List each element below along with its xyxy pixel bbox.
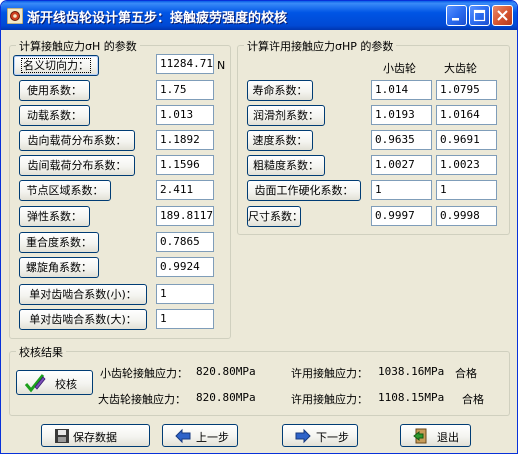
small-verdict: 合格 (455, 367, 477, 380)
single-pair-large-button[interactable]: 单对齿啮合系数(大)： (19, 309, 147, 330)
roughness-factor-small-field[interactable]: 1.0027 (371, 155, 432, 175)
maximize-button[interactable] (469, 5, 490, 26)
transverse-load-factor-field[interactable]: 1.1596 (156, 155, 214, 175)
prev-step-button[interactable]: 上一步 (162, 424, 238, 447)
large-verdict: 合格 (462, 393, 484, 406)
small-stress-value: 820.80MPa (196, 365, 256, 378)
work-hardening-large-field[interactable]: 1 (436, 180, 497, 200)
large-allow-value: 1108.15MPa (378, 391, 445, 404)
contact-ratio-factor-button[interactable]: 重合度系数： (19, 232, 99, 253)
minimize-button[interactable] (446, 5, 467, 26)
size-factor-large-field[interactable]: 0.9998 (436, 206, 497, 226)
check-button-label: 校核 (55, 378, 77, 391)
zone-factor-field[interactable]: 2.411 (156, 180, 214, 200)
face-load-factor-field[interactable]: 1.1892 (156, 130, 214, 150)
check-button[interactable]: 校核 (16, 370, 93, 395)
work-hardening-small-field[interactable]: 1 (371, 180, 432, 200)
main-window: 渐开线齿轮设计第五步：接触疲劳强度的校核 计算接触应力σH 的参数 名义切向力：… (0, 0, 518, 454)
life-factor-button[interactable]: 寿命系数： (247, 80, 313, 101)
elastic-factor-field[interactable]: 189.8117 (156, 206, 214, 226)
single-pair-small-field[interactable]: 1 (156, 284, 214, 304)
usage-factor-button[interactable]: 使用系数： (19, 80, 90, 101)
col-large-gear: 大齿轮 (444, 62, 477, 75)
next-step-button[interactable]: 下一步 (282, 424, 358, 447)
roughness-factor-button[interactable]: 粗糙度系数： (247, 155, 325, 176)
next-step-label: 下一步 (316, 431, 349, 444)
app-gear-icon (7, 8, 23, 24)
calc-stress-group-title: 计算接触应力σH 的参数 (16, 38, 140, 54)
nominal-force-field[interactable]: 11284.717 (156, 54, 214, 74)
arrow-left-icon (175, 428, 191, 444)
single-pair-large-field[interactable]: 1 (156, 309, 214, 329)
maximize-icon (473, 9, 486, 22)
checkmark-pencil-icon (24, 374, 46, 393)
zone-factor-button[interactable]: 节点区域系数： (19, 180, 111, 201)
life-factor-large-field[interactable]: 1.0795 (436, 80, 497, 100)
nominal-force-button[interactable]: 名义切向力： (13, 55, 99, 76)
exit-door-icon (413, 428, 427, 444)
dynamic-factor-button[interactable]: 动载系数： (19, 105, 90, 126)
roughness-factor-large-field[interactable]: 1.0023 (436, 155, 497, 175)
title-bar[interactable]: 渐开线齿轮设计第五步：接触疲劳强度的校核 (1, 1, 517, 30)
transverse-load-factor-button[interactable]: 齿间载荷分布系数： (19, 155, 135, 176)
single-pair-small-button[interactable]: 单对齿啮合系数(小)： (19, 284, 147, 305)
small-allow-label: 许用接触应力： (291, 367, 368, 380)
large-stress-label: 大齿轮接触应力： (98, 393, 186, 406)
usage-factor-field[interactable]: 1.75 (156, 80, 214, 100)
elastic-factor-button[interactable]: 弹性系数： (19, 206, 90, 227)
small-allow-value: 1038.16MPa (378, 365, 445, 378)
prev-step-label: 上一步 (196, 431, 229, 444)
large-allow-label: 许用接触应力： (291, 393, 368, 406)
col-small-gear: 小齿轮 (383, 62, 416, 75)
save-data-button[interactable]: 保存数据 (41, 424, 150, 447)
contact-ratio-factor-field[interactable]: 0.7865 (156, 232, 214, 252)
close-button[interactable] (492, 5, 513, 26)
arrow-right-icon (295, 428, 311, 444)
lubricant-factor-button[interactable]: 润滑剂系数： (247, 105, 325, 126)
speed-factor-button[interactable]: 速度系数： (247, 130, 313, 151)
save-data-label: 保存数据 (73, 431, 117, 444)
large-stress-value: 820.80MPa (196, 391, 256, 404)
speed-factor-large-field[interactable]: 0.9691 (436, 130, 497, 150)
size-factor-small-field[interactable]: 0.9997 (371, 206, 432, 226)
helix-factor-field[interactable]: 0.9924 (156, 257, 214, 277)
window-title: 渐开线齿轮设计第五步：接触疲劳强度的校核 (27, 11, 288, 26)
dynamic-factor-field[interactable]: 1.013 (156, 105, 214, 125)
life-factor-small-field[interactable]: 1.014 (371, 80, 432, 100)
lubricant-factor-large-field[interactable]: 1.0164 (436, 105, 497, 125)
results-group-title: 校核结果 (16, 344, 66, 360)
face-load-factor-button[interactable]: 齿向载荷分布系数： (19, 130, 135, 151)
force-unit-label: N (217, 59, 226, 72)
minimize-icon (452, 18, 459, 21)
floppy-disk-icon (55, 429, 69, 443)
exit-button[interactable]: 退出 (400, 424, 471, 447)
small-stress-label: 小齿轮接触应力： (100, 367, 188, 380)
close-icon (497, 10, 508, 21)
helix-factor-button[interactable]: 螺旋角系数： (19, 257, 99, 278)
allow-stress-group-title: 计算许用接触应力σHP 的参数 (244, 38, 397, 54)
lubricant-factor-small-field[interactable]: 1.0193 (371, 105, 432, 125)
exit-label: 退出 (437, 431, 459, 444)
size-factor-button[interactable]: 尺寸系数： (247, 206, 303, 227)
work-hardening-factor-button[interactable]: 齿面工作硬化系数： (247, 180, 361, 201)
speed-factor-small-field[interactable]: 0.9635 (371, 130, 432, 150)
